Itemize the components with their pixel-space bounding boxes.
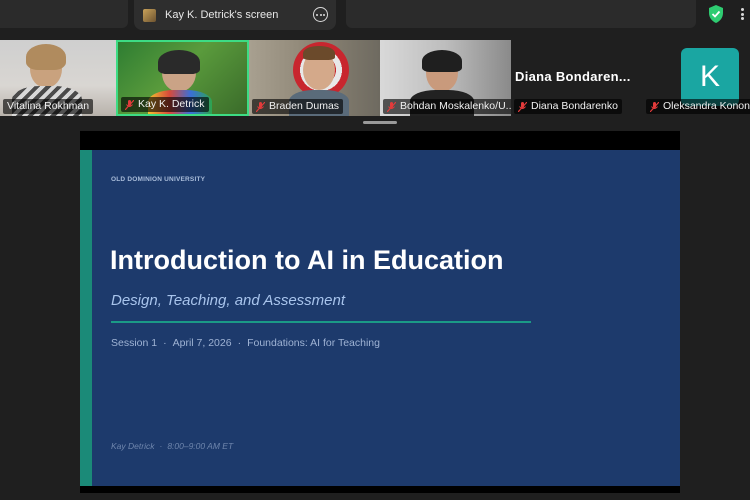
participant-tile[interactable]: Bohdan Moskalenko/U... xyxy=(380,40,511,116)
session-number: Session 1 xyxy=(111,337,158,349)
slide-accent-bar xyxy=(80,150,92,486)
separator: · xyxy=(163,337,167,349)
slide-presenter-info: Kay Detrick · 8:00–9:00 AM ET xyxy=(111,441,233,451)
presentation-slide: OLD DOMINION UNIVERSITY Introduction to … xyxy=(80,150,680,486)
tab-right[interactable] xyxy=(346,0,696,28)
strip-resize-handle[interactable] xyxy=(363,121,397,124)
participant-tile[interactable]: Braden Dumas xyxy=(249,40,380,116)
slide-session-info: Session 1 · April 7, 2026 · Foundations: AI … xyxy=(111,337,380,349)
separator: · xyxy=(159,441,163,451)
participant-name: Kay K. Detrick xyxy=(121,97,209,112)
slide-institution: OLD DOMINION UNIVERSITY xyxy=(111,176,206,183)
participant-name: Vitalina Rokhman xyxy=(3,99,94,114)
mic-off-icon xyxy=(387,101,396,112)
participant-tile[interactable]: Diana Bondaren... Diana Bondarenko xyxy=(511,40,641,116)
participant-name: Bohdan Moskalenko/U... xyxy=(383,99,511,114)
participant-hair xyxy=(26,44,66,70)
participant-display-name: Diana Bondaren... xyxy=(515,69,631,84)
separator: · xyxy=(237,337,242,349)
participant-name: Braden Dumas xyxy=(252,99,344,114)
tab-shared-screen[interactable]: Kay K. Detrick's screen xyxy=(134,0,336,30)
more-options-icon[interactable] xyxy=(735,6,749,22)
presenter-name: Kay Detrick xyxy=(111,441,155,451)
session-time: 8:00–9:00 AM ET xyxy=(167,441,234,451)
mic-off-icon xyxy=(125,99,134,110)
mic-off-icon xyxy=(256,101,265,112)
participant-avatar: K xyxy=(681,48,739,106)
participant-tile[interactable]: Vitalina Rokhman xyxy=(0,40,131,116)
participant-strip: Vitalina Rokhman Kay K. Detrick Braden D… xyxy=(0,40,750,116)
presenter-avatar-icon xyxy=(143,8,156,22)
participant-tile-speaking[interactable]: Kay K. Detrick xyxy=(116,40,249,116)
tab-left[interactable] xyxy=(0,0,128,28)
slide-divider xyxy=(111,321,531,323)
mic-off-icon xyxy=(650,101,659,112)
session-topic: Foundations: AI for Teaching xyxy=(247,337,380,349)
mic-off-icon xyxy=(518,101,527,112)
participant-name: Diana Bondarenko xyxy=(514,99,622,114)
tab-options-icon[interactable] xyxy=(313,7,328,22)
participant-hair xyxy=(303,46,335,60)
participant-headset xyxy=(158,50,200,74)
shield-check-icon[interactable] xyxy=(708,5,724,23)
slide-title: Introduction to AI in Education xyxy=(110,245,504,275)
participant-tile[interactable]: K Oleksandra Konone xyxy=(643,40,750,116)
participant-headset xyxy=(422,50,462,72)
shared-screen: OLD DOMINION UNIVERSITY Introduction to … xyxy=(80,131,680,493)
session-date: April 7, 2026 xyxy=(172,337,232,349)
tab-title: Kay K. Detrick's screen xyxy=(165,9,279,21)
top-bar: Kay K. Detrick's screen xyxy=(0,0,750,32)
slide-subtitle: Design, Teaching, and Assessment xyxy=(111,292,346,309)
participant-name: Oleksandra Konone xyxy=(646,99,750,114)
